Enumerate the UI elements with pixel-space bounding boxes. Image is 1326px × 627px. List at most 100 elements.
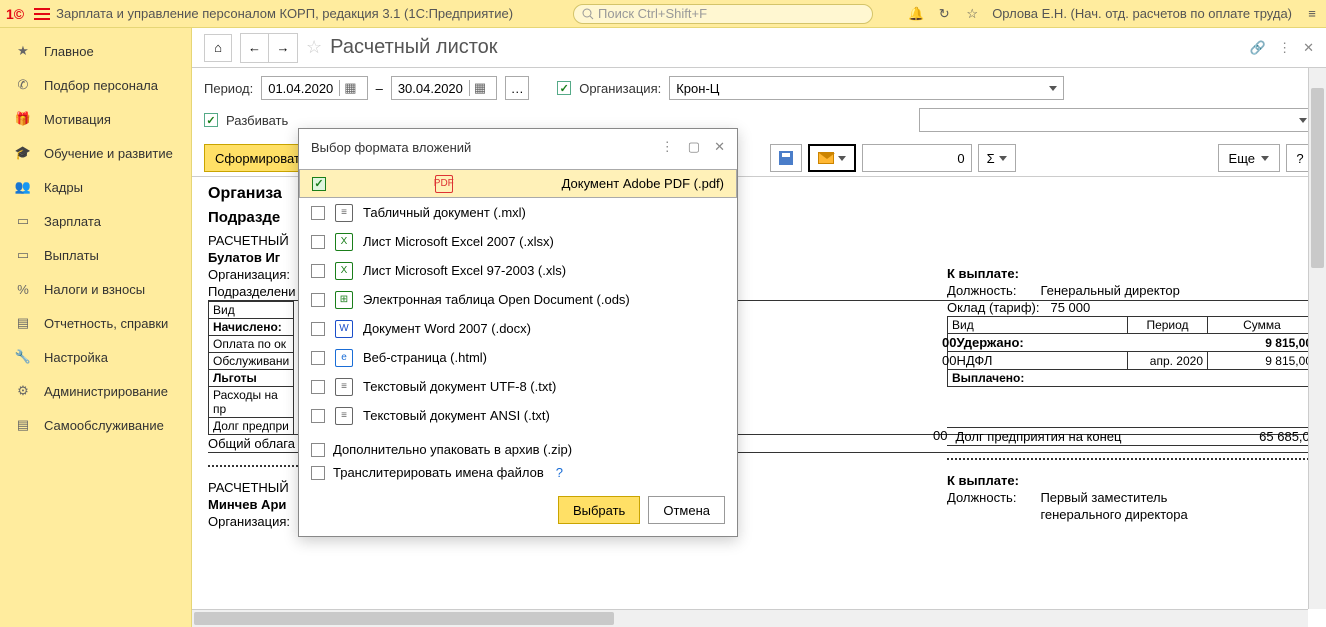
settings-icon[interactable]: ≡: [1304, 6, 1320, 22]
more-icon[interactable]: ⋮: [1278, 40, 1291, 56]
period-label: Период:: [204, 81, 253, 96]
app-titlebar: 1© Зарплата и управление персоналом КОРП…: [0, 0, 1326, 28]
nav-training[interactable]: 🎓Обучение и развитие: [0, 136, 191, 170]
nav-payments[interactable]: ▭Выплаты: [0, 238, 191, 272]
nav-main[interactable]: ★Главное: [0, 34, 191, 68]
page-header: ⌂ ← → ☆ Расчетный листок 🔗 ⋮ ✕: [192, 28, 1326, 68]
checkbox[interactable]: [311, 380, 325, 394]
checkbox[interactable]: [311, 264, 325, 278]
translit-option[interactable]: Транслитерировать имена файлов?: [311, 465, 725, 480]
nav-label: Отчетность, справки: [44, 316, 168, 331]
user-label: Орлова Е.Н. (Нач. отд. расчетов по оплат…: [992, 6, 1292, 21]
bell-icon[interactable]: 🔔: [908, 6, 924, 22]
file-icon: ≡: [335, 378, 353, 396]
file-icon: PDF: [435, 175, 453, 193]
calendar-icon[interactable]: ▦: [469, 80, 490, 96]
to-pay: К выплате:: [947, 265, 1317, 282]
checkbox[interactable]: [311, 322, 325, 336]
checkbox[interactable]: [311, 351, 325, 365]
checkbox[interactable]: ✓: [312, 177, 326, 191]
modal-close-icon[interactable]: ✕: [714, 139, 725, 155]
file-icon: ≡: [335, 407, 353, 425]
scroll-thumb[interactable]: [194, 612, 614, 625]
scrollbar-vertical[interactable]: [1308, 68, 1326, 609]
zip-option[interactable]: Дополнительно упаковать в архив (.zip): [311, 442, 725, 457]
forward-button[interactable]: →: [269, 34, 297, 62]
format-row[interactable]: ≡Текстовый документ UTF-8 (.txt): [299, 372, 737, 401]
nav-recruit[interactable]: ✆Подбор персонала: [0, 68, 191, 102]
number-input[interactable]: [862, 144, 972, 172]
logo-1c: 1©: [6, 6, 24, 22]
favorite-icon[interactable]: ☆: [306, 37, 322, 58]
save-button[interactable]: [770, 144, 802, 172]
nav-motivation[interactable]: 🎁Мотивация: [0, 102, 191, 136]
scroll-thumb[interactable]: [1311, 88, 1324, 268]
nav-settings[interactable]: 🔧Настройка: [0, 340, 191, 374]
checkbox[interactable]: [311, 466, 325, 480]
scrollbar-horizontal[interactable]: [192, 609, 1308, 627]
chevron-down-icon: [999, 156, 1007, 161]
back-button[interactable]: ←: [241, 34, 269, 62]
format-label: Табличный документ (.mxl): [363, 205, 526, 220]
mail-button[interactable]: [808, 144, 856, 172]
star-icon[interactable]: ☆: [964, 6, 980, 22]
search-input[interactable]: Поиск Ctrl+Shift+F: [573, 4, 873, 24]
nav-hr[interactable]: 👥Кадры: [0, 170, 191, 204]
nav-self[interactable]: ▤Самообслуживание: [0, 408, 191, 442]
nav-taxes[interactable]: %Налоги и взносы: [0, 272, 191, 306]
date-to-input[interactable]: 30.04.2020▦: [391, 76, 497, 100]
select-button[interactable]: Выбрать: [558, 496, 640, 524]
calc-table: Вид Начислено: Оплата по ок Обслуживани …: [208, 301, 294, 435]
link-icon[interactable]: 🔗: [1250, 40, 1266, 56]
history-icon[interactable]: ↻: [936, 6, 952, 22]
calendar-icon[interactable]: ▦: [339, 80, 360, 96]
period-pick-button[interactable]: …: [505, 76, 529, 100]
nav-label: Кадры: [44, 180, 83, 195]
date-from-input[interactable]: 01.04.2020▦: [261, 76, 367, 100]
modal-more-icon[interactable]: ⋮: [661, 139, 674, 155]
nav-salary[interactable]: ▭Зарплата: [0, 204, 191, 238]
menu-icon[interactable]: [34, 5, 50, 23]
report-right: К выплате: Должность:Генеральный директо…: [947, 177, 1317, 523]
wrench-icon: 🔧: [14, 348, 32, 366]
search-icon: [582, 8, 594, 20]
sum-button[interactable]: Σ: [978, 144, 1016, 172]
format-row[interactable]: ≡ Табличный документ (.mxl): [299, 198, 737, 227]
split-checkbox[interactable]: ✓: [204, 113, 218, 127]
org-checkbox[interactable]: ✓: [557, 81, 571, 95]
modal-title-bar: Выбор формата вложений ⋮ ▢ ✕: [299, 129, 737, 165]
close-icon[interactable]: ✕: [1303, 40, 1314, 56]
file-icon: ≡: [335, 204, 353, 222]
format-label: Текстовый документ ANSI (.txt): [363, 408, 550, 423]
format-row[interactable]: XЛист Microsoft Excel 2007 (.xlsx): [299, 227, 737, 256]
format-row[interactable]: XЛист Microsoft Excel 97-2003 (.xls): [299, 256, 737, 285]
format-label: Документ Adobe PDF (.pdf): [562, 176, 724, 191]
star-icon: ★: [14, 42, 32, 60]
format-row[interactable]: ≡ Текстовый документ ANSI (.txt): [299, 401, 737, 430]
page-title: Расчетный листок: [330, 36, 497, 59]
checkbox[interactable]: [311, 409, 325, 423]
checkbox[interactable]: [311, 235, 325, 249]
help-icon[interactable]: ?: [556, 465, 563, 480]
format-label: Электронная таблица Open Document (.ods): [363, 292, 630, 307]
format-list: ✓ PDF Документ Adobe PDF (.pdf) ≡ Табличный …: [299, 165, 737, 434]
checkbox[interactable]: [311, 443, 325, 457]
home-button[interactable]: ⌂: [204, 34, 232, 62]
checkbox[interactable]: [311, 293, 325, 307]
format-row[interactable]: ✓ PDF Документ Adobe PDF (.pdf): [299, 169, 737, 198]
checkbox[interactable]: [311, 206, 325, 220]
extra-select[interactable]: [919, 108, 1314, 132]
chevron-down-icon: [838, 156, 846, 161]
nav-sidebar: ★Главное ✆Подбор персонала 🎁Мотивация 🎓О…: [0, 28, 192, 627]
format-row[interactable]: WДокумент Word 2007 (.docx): [299, 314, 737, 343]
nav-admin[interactable]: ⚙Администрирование: [0, 374, 191, 408]
format-row[interactable]: eВеб-страница (.html): [299, 343, 737, 372]
nav-reports[interactable]: ▤Отчетность, справки: [0, 306, 191, 340]
more-button[interactable]: Еще: [1218, 144, 1280, 172]
chevron-down-icon: [1261, 156, 1269, 161]
format-row[interactable]: ⊞Электронная таблица Open Document (.ods…: [299, 285, 737, 314]
org-select[interactable]: Крон-Ц: [669, 76, 1064, 100]
cancel-button[interactable]: Отмена: [648, 496, 725, 524]
org-label: Организация:: [579, 81, 661, 96]
modal-max-icon[interactable]: ▢: [688, 139, 700, 155]
